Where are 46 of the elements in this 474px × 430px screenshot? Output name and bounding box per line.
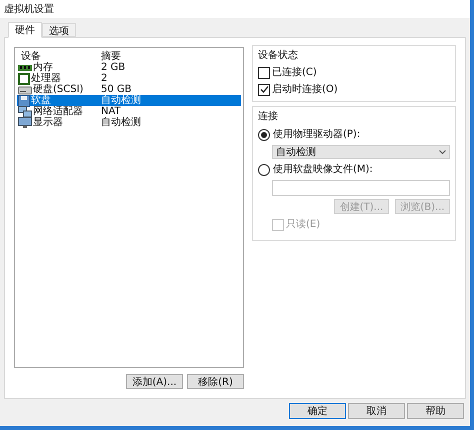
image-path-field[interactable] xyxy=(272,180,450,196)
device-summary: 50 GB xyxy=(101,83,132,95)
checkbox[interactable] xyxy=(258,66,270,78)
device-name: 网络适配器 xyxy=(33,104,83,117)
device-name: 显示器 xyxy=(33,116,63,130)
radio-label: 使用物理驱动器(P): xyxy=(273,128,360,142)
dialog-button[interactable]: 确定 xyxy=(289,403,346,419)
network-icon xyxy=(18,106,32,118)
drive-dropdown[interactable]: 自动检测 xyxy=(272,145,450,159)
chevron-down-icon xyxy=(439,150,446,154)
dialog-button[interactable]: 移除(R) xyxy=(187,374,244,389)
monitor-icon xyxy=(18,116,32,128)
device-name: 软盘 xyxy=(31,94,51,106)
checkbox-label: 已连接(C) xyxy=(272,66,317,80)
dialog-button[interactable]: 帮助 xyxy=(407,403,464,419)
device-row[interactable]: 处理器 2 xyxy=(17,73,241,84)
checkbox-label: 只读(E) xyxy=(286,218,320,232)
device-name: 处理器 xyxy=(31,72,61,84)
device-summary: 自动检测 xyxy=(101,116,141,130)
device-row[interactable]: 内存 2 GB xyxy=(17,62,241,73)
group-title: 设备状态 xyxy=(258,48,299,63)
column-header: 摘要 xyxy=(101,50,121,62)
dialog-button[interactable]: 取消 xyxy=(348,403,405,419)
device-summary: NAT xyxy=(101,105,121,117)
processor-icon xyxy=(18,72,30,84)
radio-button[interactable] xyxy=(258,164,270,176)
device-row[interactable]: 软盘 自动检测 xyxy=(17,95,241,106)
checkbox[interactable] xyxy=(258,84,270,96)
column-header: 设备 xyxy=(20,50,42,62)
radio-label: 使用软盘映像文件(M): xyxy=(273,162,373,177)
device-summary: 2 xyxy=(101,72,108,84)
dialog-button[interactable]: 添加(A)... xyxy=(126,374,183,389)
memory-chip-icon xyxy=(18,62,32,72)
device-row[interactable]: 网络适配器 NAT xyxy=(17,106,241,117)
device-name: 内存 xyxy=(33,60,53,73)
device-summary: 自动检测 xyxy=(101,94,141,106)
tab[interactable]: 硬件 xyxy=(8,22,42,38)
tab[interactable]: 选项 xyxy=(42,23,76,37)
window-title: 虚拟机设置 xyxy=(3,2,55,16)
device-summary: 2 GB xyxy=(101,61,126,74)
group-title: 连接 xyxy=(258,110,279,124)
radio-button[interactable] xyxy=(258,128,270,140)
device-name: 硬盘(SCSI) xyxy=(33,83,84,95)
device-row[interactable]: 显示器 自动检测 xyxy=(17,117,241,128)
device-row[interactable]: 硬盘(SCSI) 50 GB xyxy=(17,84,241,95)
checkbox-label: 启动时连接(O) xyxy=(272,82,338,97)
